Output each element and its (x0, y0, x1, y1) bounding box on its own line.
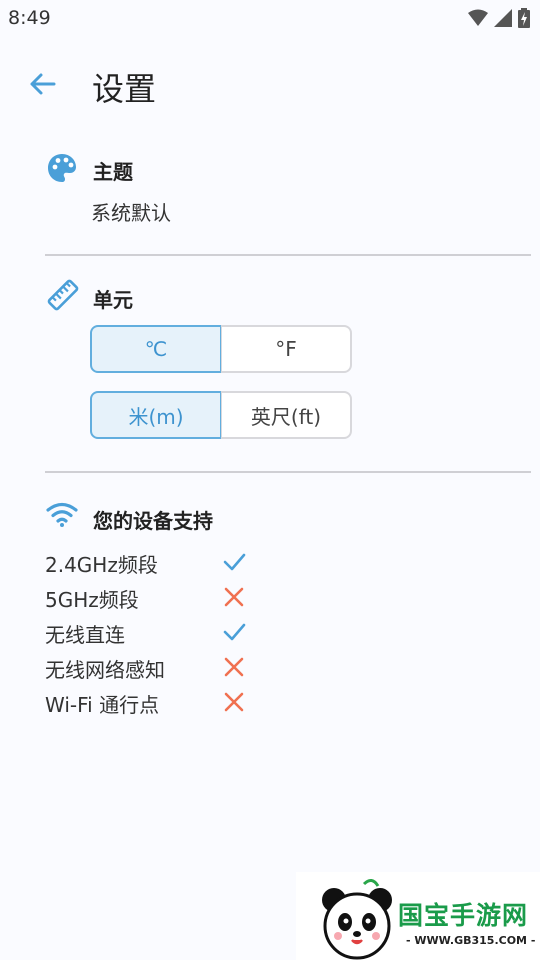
app-bar: 设置 (0, 60, 540, 112)
distance-unit-toggle: 米(m) 英尺(ft) (90, 391, 352, 439)
cross-icon (224, 692, 244, 712)
feature-row: 5GHz频段 (45, 582, 265, 612)
units-title: 单元 (93, 288, 133, 312)
wifi-icon (45, 500, 79, 534)
feature-label: 2.4GHz频段 (45, 553, 158, 577)
feature-row: 2.4GHz频段 (45, 547, 265, 577)
theme-title: 主题 (93, 160, 133, 184)
check-icon (223, 623, 246, 641)
palette-icon (46, 152, 80, 186)
watermark-brand: 国宝手游网 (398, 901, 529, 930)
page-title: 设置 (92, 70, 157, 108)
theme-value[interactable]: 系统默认 (91, 197, 171, 226)
feature-row: 无线网络感知 (45, 652, 265, 682)
panda-logo-icon (322, 879, 392, 960)
arrow-left-icon (30, 73, 56, 95)
feature-row: 无线直连 (45, 617, 265, 647)
watermark-url: - WWW.GB315.COM - (406, 934, 536, 947)
watermark: 国宝手游网 - WWW.GB315.COM - (296, 872, 540, 960)
cross-icon (224, 587, 244, 607)
cell-signal-icon (494, 9, 512, 27)
feet-option[interactable]: 英尺(ft) (221, 391, 352, 439)
back-button[interactable] (24, 66, 60, 102)
feature-label: Wi-Fi 通行点 (45, 693, 160, 717)
feature-label: 5GHz频段 (45, 588, 139, 612)
status-bar: 8:49 (0, 0, 540, 36)
divider (45, 471, 531, 473)
celsius-option[interactable]: ℃ (90, 325, 221, 373)
feature-label: 无线网络感知 (45, 658, 165, 682)
status-icons (468, 8, 530, 28)
status-time: 8:49 (8, 7, 51, 29)
feature-label: 无线直连 (45, 623, 125, 647)
temperature-unit-toggle: ℃ °F (90, 325, 352, 373)
check-icon (223, 553, 246, 571)
divider (45, 254, 531, 256)
wifi-signal-icon (468, 9, 488, 26)
device-support-title: 您的设备支持 (93, 509, 213, 533)
ruler-icon (46, 278, 80, 312)
feature-row: Wi-Fi 通行点 (45, 687, 265, 717)
fahrenheit-option[interactable]: °F (221, 325, 352, 373)
meter-option[interactable]: 米(m) (90, 391, 221, 439)
battery-icon (518, 8, 530, 28)
cross-icon (224, 657, 244, 677)
